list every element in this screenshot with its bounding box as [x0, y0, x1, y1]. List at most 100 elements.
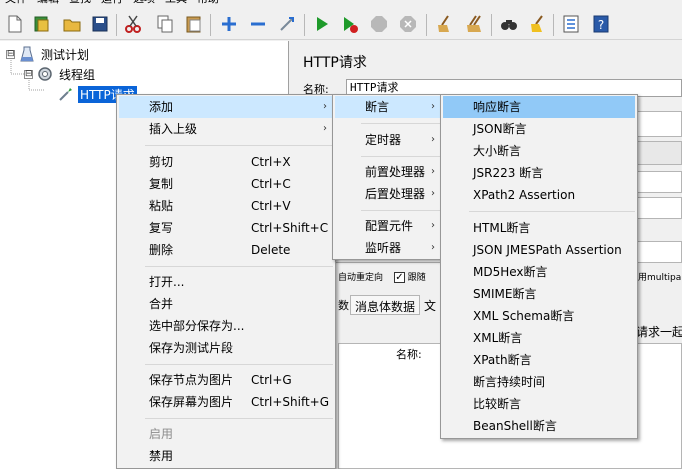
- search-icon[interactable]: [498, 13, 520, 35]
- paste-icon[interactable]: [183, 13, 205, 35]
- menu-separator: [469, 211, 635, 212]
- clear-icon[interactable]: [433, 13, 455, 35]
- submenu-arrow-icon: ›: [323, 123, 327, 134]
- submenu-arrow-icon: ›: [431, 220, 435, 231]
- multipart-label: 用multipa: [638, 273, 682, 283]
- menu-item-response-assertion[interactable]: 响应断言: [443, 96, 635, 118]
- menu-item-config-elements[interactable]: 配置元件 ›: [335, 215, 441, 237]
- function-helper-icon[interactable]: [560, 13, 582, 35]
- menu-item-json-jmespath-assertion[interactable]: JSON JMESPath Assertion: [443, 239, 635, 261]
- toolbar: ?: [0, 6, 682, 40]
- menu-separator: [145, 418, 333, 419]
- context-menu: 添加 › 插入上级 › 剪切 Ctrl+X 复制 Ctrl+C 粘贴 Ctrl+V 复写 C…: [116, 94, 336, 469]
- toolbar-separator: [304, 14, 305, 36]
- copy-icon[interactable]: [154, 13, 176, 35]
- cut-icon[interactable]: [122, 13, 144, 35]
- stop-icon[interactable]: [368, 13, 390, 35]
- menu-item-size-assertion[interactable]: 大小断言: [443, 140, 635, 162]
- save-icon[interactable]: [89, 13, 111, 35]
- templates-icon[interactable]: [31, 13, 53, 35]
- new-icon[interactable]: [4, 13, 26, 35]
- submenu-arrow-icon: ›: [431, 134, 435, 145]
- menu-item-xpath2-assertion[interactable]: XPath2 Assertion: [443, 184, 635, 206]
- menu-item-enable: 启用: [149, 427, 174, 441]
- help-icon[interactable]: ?: [590, 13, 612, 35]
- menu-item-duplicate[interactable]: 复写 Ctrl+Shift+C: [119, 217, 333, 239]
- svg-text:?: ?: [598, 18, 604, 32]
- toolbar-separator: [116, 14, 117, 36]
- menu-item-delete[interactable]: 删除 Delete: [119, 239, 333, 261]
- tree-node-thread-group[interactable]: ⊟ 线程组: [24, 65, 97, 83]
- menu-item-duration-assertion[interactable]: 断言持续时间: [443, 371, 635, 393]
- test-plan-icon: [20, 46, 34, 62]
- menu-item-xml-assertion[interactable]: XML断言: [443, 327, 635, 349]
- follow-redirects-label: 跟随: [407, 273, 426, 283]
- menu-item-paste[interactable]: 粘贴 Ctrl+V: [119, 195, 333, 217]
- submenu-arrow-icon: ›: [431, 101, 435, 112]
- menu-item-insert-parent[interactable]: 插入上级 ›: [119, 118, 333, 140]
- shutdown-icon[interactable]: [397, 13, 419, 35]
- tab-body-data[interactable]: 消息体数据: [350, 295, 421, 315]
- auto-redirect-label: 自动重定向: [338, 273, 384, 283]
- start-icon[interactable]: [311, 13, 333, 35]
- menu-item-add[interactable]: 添加 ›: [119, 96, 333, 118]
- menu-item-save-screen-image[interactable]: 保存屏幕为图片 Ctrl+Shift+G: [119, 391, 333, 413]
- tab-files[interactable]: 文: [424, 297, 436, 314]
- submenu-arrow-icon: ›: [431, 188, 435, 199]
- menu-item-html-assertion[interactable]: HTML断言: [443, 217, 635, 239]
- submenu-arrow-icon: ›: [431, 166, 435, 177]
- sampler-pipette-icon: [59, 88, 72, 101]
- follow-redirects-checkbox[interactable]: ✓: [393, 272, 405, 283]
- menu-item-smime-assertion[interactable]: SMIME断言: [443, 283, 635, 305]
- menu-item-listeners[interactable]: 监听器 ›: [335, 237, 441, 259]
- menu-item-compare-assertion[interactable]: 比较断言: [443, 393, 635, 415]
- menu-item-save-as-fragment[interactable]: 保存为测试片段: [119, 337, 333, 359]
- expander-icon[interactable]: ⊟: [6, 49, 15, 59]
- menu-item-copy[interactable]: 复制 Ctrl+C: [119, 173, 333, 195]
- menu-item-pre-processors[interactable]: 前置处理器 ›: [335, 161, 441, 183]
- toggle-icon[interactable]: [276, 13, 298, 35]
- menu-item-timer[interactable]: 定时器 ›: [335, 129, 441, 151]
- start-no-pause-icon[interactable]: [339, 13, 361, 35]
- expander-icon[interactable]: ⊟: [24, 69, 33, 79]
- expand-icon[interactable]: [218, 13, 240, 35]
- tree-node-label: 测试计划: [41, 47, 90, 62]
- menu-separator: [361, 156, 441, 157]
- menu-item-save-node-image[interactable]: 保存节点为图片 Ctrl+G: [119, 369, 333, 391]
- menu-item-jsr223-assertion[interactable]: JSR223 断言: [443, 162, 635, 184]
- column-name-header: 名称:: [396, 348, 422, 361]
- menu-item-xml-schema-assertion[interactable]: XML Schema断言: [443, 305, 635, 327]
- menu-item-assertions[interactable]: 断言 ›: [335, 96, 441, 118]
- toolbar-separator: [553, 14, 554, 36]
- toolbar-separator: [491, 14, 492, 36]
- add-submenu: 断言 › 定时器 › 前置处理器 › 后置处理器 › 配置元件 › 监听器 ›: [332, 94, 444, 260]
- menu-item-post-processors[interactable]: 后置处理器 ›: [335, 183, 441, 205]
- menu-item-xpath-assertion[interactable]: XPath断言: [443, 349, 635, 371]
- toolbar-separator: [426, 14, 427, 36]
- tree-node-test-plan[interactable]: ⊟ 测试计划: [6, 45, 91, 63]
- menu-separator: [145, 145, 333, 146]
- menu-separator: [361, 210, 441, 211]
- menu-item-cut[interactable]: 剪切 Ctrl+X: [119, 151, 333, 173]
- menu-item-open[interactable]: 打开...: [119, 271, 333, 293]
- submenu-arrow-icon: ›: [431, 242, 435, 253]
- submenu-arrow-icon: ›: [323, 101, 327, 112]
- open-icon[interactable]: [61, 13, 83, 35]
- reset-search-icon[interactable]: [526, 13, 548, 35]
- tab-parameters[interactable]: 数: [338, 297, 349, 313]
- menu-separator: [145, 364, 333, 365]
- thread-group-icon: [38, 67, 52, 81]
- menu-item-save-selection-as[interactable]: 选中部分保存为...: [119, 315, 333, 337]
- menu-item-beanshell-assertion[interactable]: BeanShell断言: [443, 415, 635, 437]
- collapse-icon[interactable]: [247, 13, 269, 35]
- redirect-options: 自动重定向 ✓ 跟随: [338, 270, 426, 283]
- tree-node-label: 线程组: [59, 67, 96, 82]
- menu-item-merge[interactable]: 合并: [119, 293, 333, 315]
- clear-all-icon[interactable]: [463, 13, 485, 35]
- menu-separator: [145, 266, 333, 267]
- menu-item-json-assertion[interactable]: JSON断言: [443, 118, 635, 140]
- menu-item-disable[interactable]: 禁用: [119, 445, 333, 467]
- menu-item-md5hex-assertion[interactable]: MD5Hex断言: [443, 261, 635, 283]
- send-with-request-header: 请求一起: [636, 325, 682, 339]
- menu-separator: [361, 123, 441, 124]
